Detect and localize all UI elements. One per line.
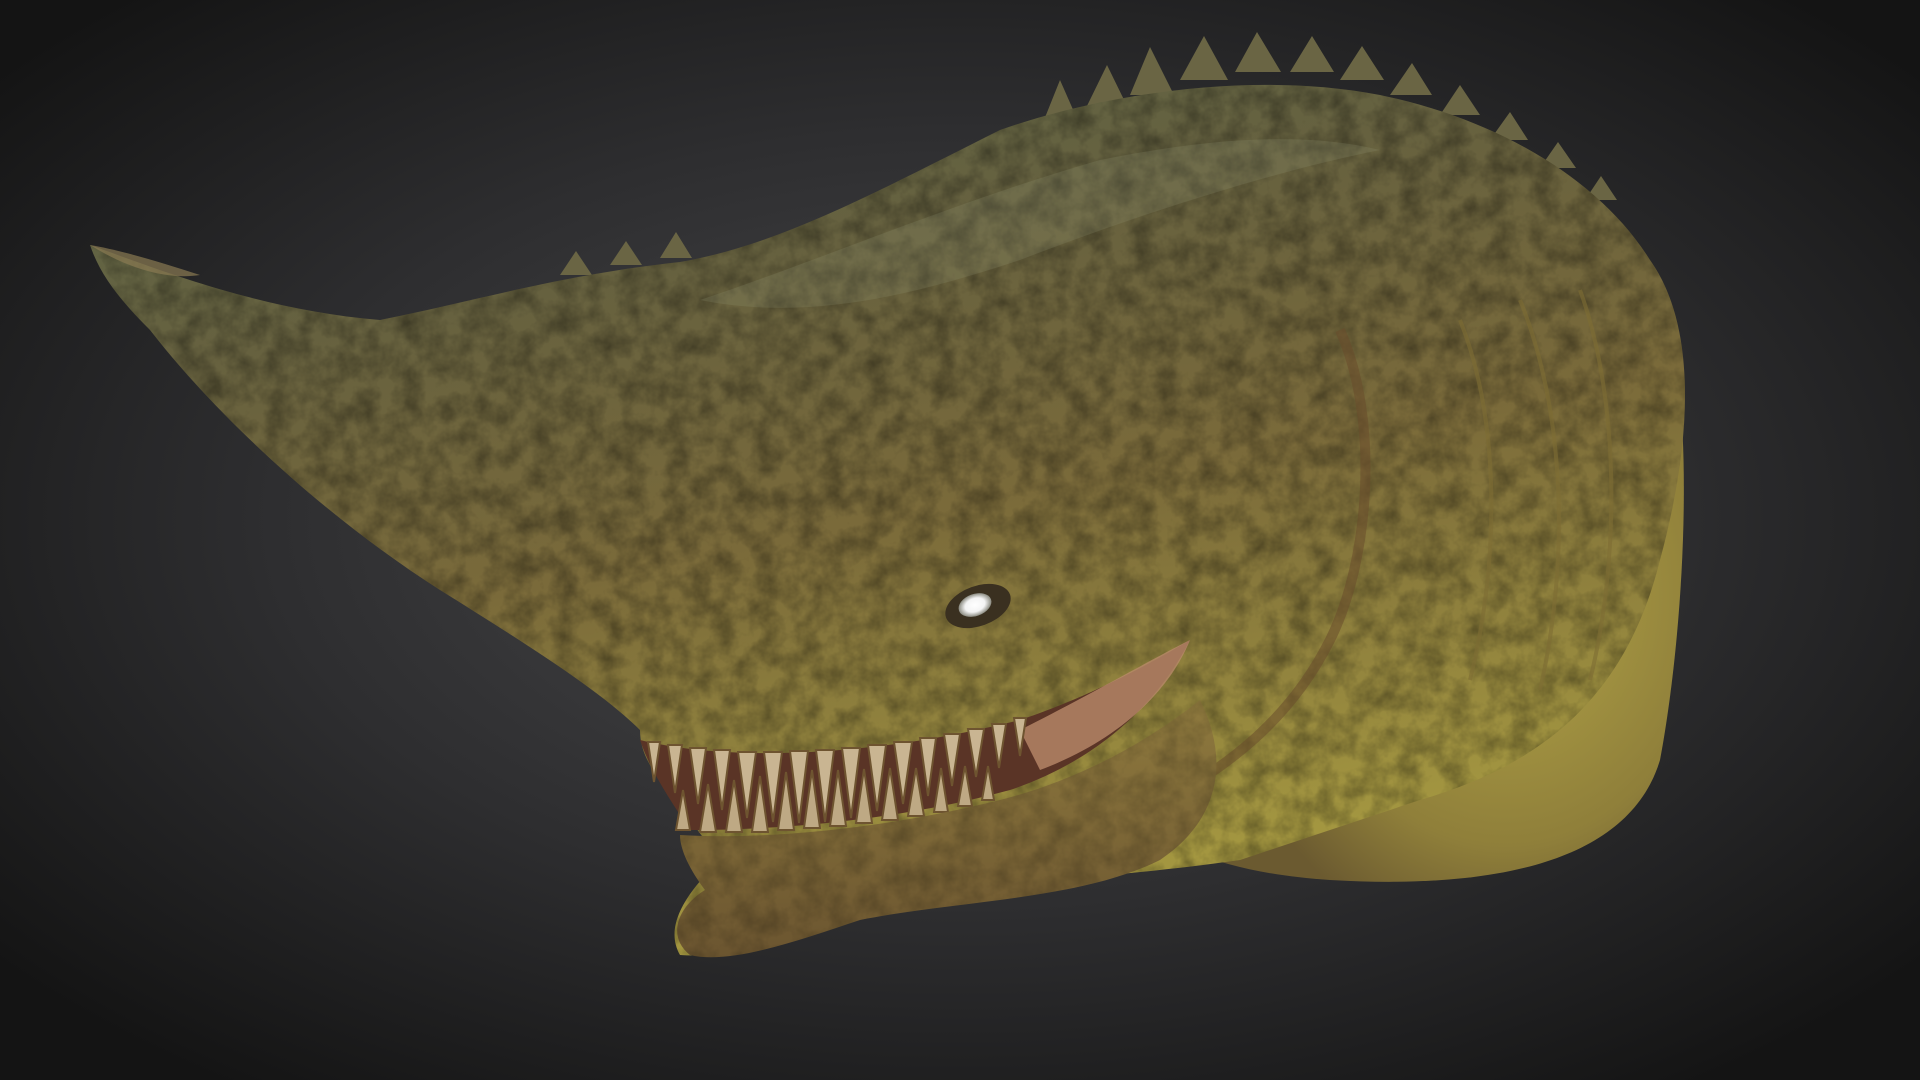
creature-head-model	[0, 0, 1920, 1080]
3d-model-viewport[interactable]	[0, 0, 1920, 1080]
